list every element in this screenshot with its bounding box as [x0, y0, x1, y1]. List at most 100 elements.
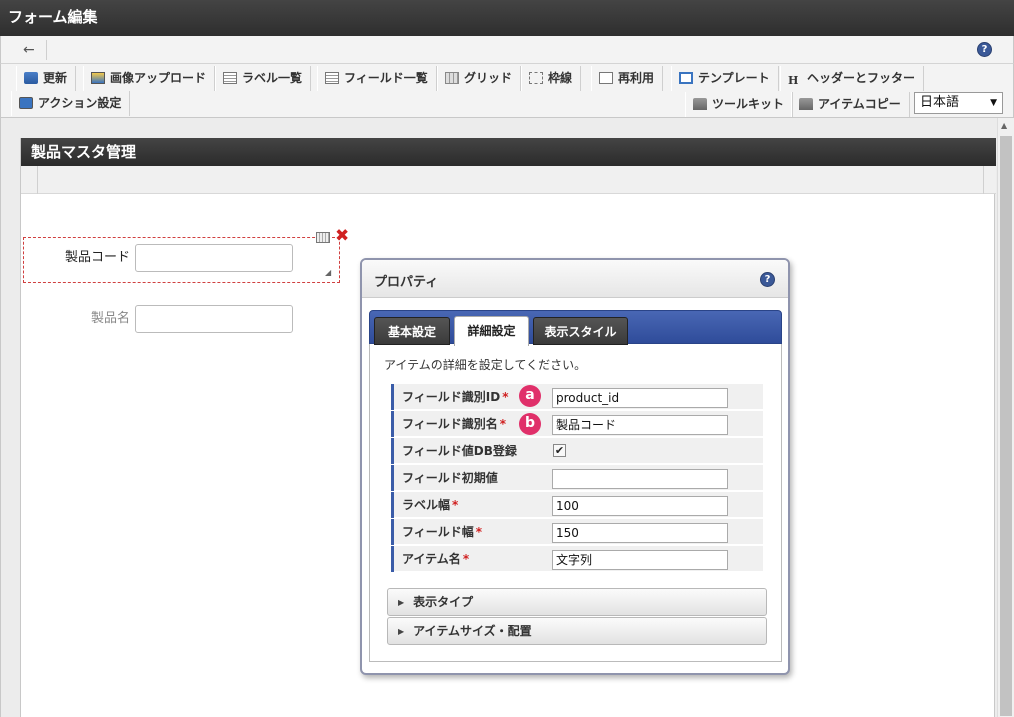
annotation-marker-a: a: [519, 385, 541, 407]
required-mark: *: [452, 498, 459, 512]
product-code-input[interactable]: [135, 244, 293, 272]
help-icon[interactable]: ?: [977, 42, 992, 57]
field-list-label: フィールド一覧: [344, 71, 428, 85]
action-settings-button[interactable]: アクション設定: [11, 91, 131, 116]
property-row-field-id: フィールド識別ID * product_id: [391, 384, 763, 410]
section-label: アイテムサイズ・配置: [413, 624, 532, 638]
chevron-right-icon: ▶: [398, 627, 405, 636]
scroll-up-icon[interactable]: ▲: [1001, 121, 1007, 130]
properties-tabs: 基本設定 詳細設定 表示スタイル: [369, 310, 782, 346]
delete-item-icon[interactable]: ✖: [335, 228, 349, 245]
field-list-button[interactable]: フィールド一覧: [317, 66, 437, 91]
field-list-icon: [325, 72, 339, 84]
field-width-input[interactable]: 150: [552, 523, 728, 543]
toolkit-label: ツールキット: [712, 97, 785, 111]
property-label-text: フィールド識別名: [402, 417, 498, 431]
action-settings-label: アクション設定: [38, 96, 122, 110]
item-copy-icon: [799, 98, 813, 110]
required-mark: *: [475, 525, 483, 539]
refresh-label: 更新: [43, 71, 68, 85]
template-icon: [679, 72, 693, 84]
property-label: フィールド値DB登録: [391, 438, 556, 464]
header-footer-button[interactable]: H ヘッダーとフッター: [780, 66, 925, 91]
image-upload-button[interactable]: 画像アップロード: [83, 66, 216, 91]
language-select[interactable]: 日本語 ▼: [914, 92, 1003, 114]
product-name-label: 製品名: [90, 311, 130, 326]
form-subbar: [21, 166, 996, 194]
tab-basic-settings[interactable]: 基本設定: [374, 317, 450, 345]
image-upload-label: 画像アップロード: [110, 71, 207, 85]
property-row-initial-value: フィールド初期値: [391, 465, 763, 491]
border-icon: [529, 72, 543, 84]
section-display-type[interactable]: ▶ 表示タイプ: [387, 588, 767, 616]
field-id-input[interactable]: product_id: [552, 388, 728, 408]
reuse-icon: [599, 72, 613, 84]
properties-header[interactable]: プロパティ ?: [362, 260, 788, 298]
property-label-text: ラベル幅: [402, 498, 451, 512]
property-row-db-register: フィールド値DB登録 ✔: [391, 438, 763, 464]
db-register-checkbox[interactable]: ✔: [553, 444, 566, 457]
label-list-button[interactable]: ラベル一覧: [215, 66, 312, 91]
window-title: フォーム編集: [0, 0, 1014, 36]
property-row-label-width: ラベル幅 * 100: [391, 492, 763, 518]
toolkit-button[interactable]: ツールキット: [685, 92, 794, 117]
label-list-icon: [223, 72, 237, 84]
initial-value-input[interactable]: [552, 469, 728, 489]
property-row-field-name: フィールド識別名 * 製品コード: [391, 411, 763, 437]
language-value: 日本語: [920, 95, 960, 110]
item-name-input[interactable]: 文字列: [552, 550, 728, 570]
border-button[interactable]: 枠線: [521, 66, 582, 91]
label-list-label: ラベル一覧: [242, 71, 303, 85]
property-label-text: フィールド値DB登録: [402, 444, 517, 458]
header-footer-label: ヘッダーとフッター: [807, 71, 916, 85]
property-label: アイテム名 *: [391, 546, 556, 572]
property-label-text: フィールド幅: [402, 525, 474, 539]
property-label: フィールド幅 *: [391, 519, 556, 545]
grid-label: グリッド: [464, 71, 513, 85]
tab-detail-settings[interactable]: 詳細設定: [454, 316, 529, 346]
tab-display-style[interactable]: 表示スタイル: [533, 317, 628, 345]
property-label-text: アイテム名: [402, 552, 461, 566]
section-item-size-layout[interactable]: ▶ アイテムサイズ・配置: [387, 617, 767, 645]
properties-panel: プロパティ ? 基本設定 詳細設定 表示スタイル アイテムの詳細を設定してくださ…: [360, 258, 790, 675]
required-mark: *: [499, 417, 507, 431]
field-name-input[interactable]: 製品コード: [552, 415, 728, 435]
label-width-input[interactable]: 100: [552, 496, 728, 516]
template-button[interactable]: テンプレート: [671, 66, 779, 91]
divider: [37, 166, 38, 194]
border-label: 枠線: [548, 71, 573, 85]
section-label: 表示タイプ: [413, 595, 474, 609]
item-copy-button[interactable]: アイテムコピー: [791, 92, 910, 117]
refresh-icon: [24, 72, 38, 84]
item-copy-label: アイテムコピー: [818, 97, 901, 111]
image-upload-icon: [91, 72, 105, 84]
template-label: テンプレート: [698, 71, 770, 85]
resize-handle-icon[interactable]: ◢: [325, 268, 331, 277]
properties-title: プロパティ: [374, 275, 439, 290]
header-footer-icon: H: [788, 74, 799, 87]
back-arrow-icon: ←: [23, 42, 35, 58]
property-row-field-width: フィールド幅 * 150: [391, 519, 763, 545]
required-mark: *: [462, 552, 470, 566]
form-title: 製品マスタ管理: [21, 138, 996, 166]
vertical-scrollbar[interactable]: ▲: [997, 118, 1014, 717]
divider: [983, 166, 984, 194]
grid-icon: [445, 72, 459, 84]
scroll-thumb[interactable]: [1000, 136, 1012, 716]
back-button[interactable]: ←: [11, 40, 47, 60]
property-label: フィールド初期値: [391, 465, 556, 491]
grid-button[interactable]: グリッド: [437, 66, 522, 91]
chevron-right-icon: ▶: [398, 598, 405, 607]
required-mark: *: [502, 390, 509, 404]
reuse-button[interactable]: 再利用: [591, 66, 664, 91]
reuse-label: 再利用: [618, 71, 655, 85]
refresh-button[interactable]: 更新: [16, 66, 77, 91]
toolkit-icon: [693, 98, 707, 110]
product-code-label: 製品コード: [64, 250, 130, 265]
item-settings-icon[interactable]: [316, 232, 330, 243]
properties-body: アイテムの詳細を設定してください。 フィールド識別ID * product_id …: [369, 344, 782, 662]
property-label: ラベル幅 *: [391, 492, 556, 518]
property-label-text: フィールド初期値: [402, 471, 498, 485]
product-name-input[interactable]: [135, 305, 293, 333]
help-icon[interactable]: ?: [760, 272, 775, 287]
